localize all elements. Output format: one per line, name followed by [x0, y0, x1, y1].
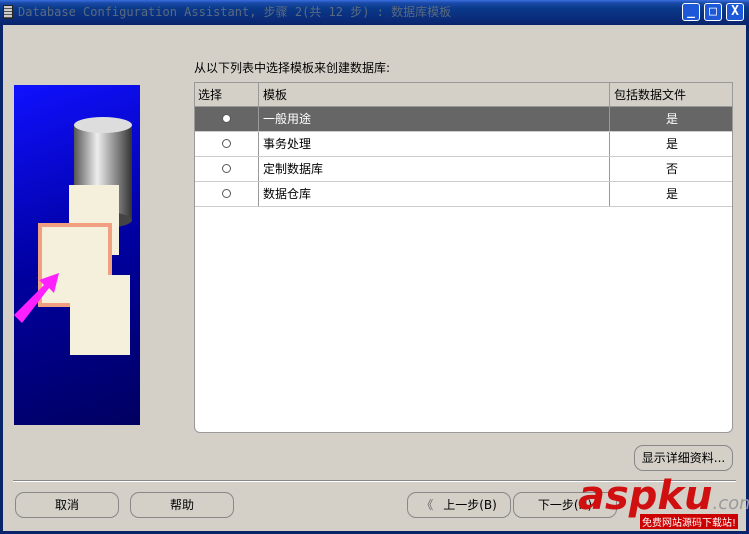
window-title: Database Configuration Assistant, 步骤 2(共…	[18, 5, 452, 19]
prompt-label: 从以下列表中选择模板来创建数据库:	[194, 61, 391, 75]
includes-datafiles: 是	[665, 187, 678, 201]
help-button[interactable]: 帮助	[130, 492, 234, 518]
template-name: 数据仓库	[259, 182, 610, 206]
back-button[interactable]: 《上一步(B)	[407, 492, 511, 518]
select-radio[interactable]	[222, 164, 231, 173]
includes-datafiles: 是	[665, 112, 678, 126]
table-row[interactable]: 定制数据库 否	[195, 157, 732, 182]
back-arrow-icon: 《	[421, 498, 434, 512]
back-label: 上一步(B)	[443, 498, 497, 512]
includes-datafiles: 是	[665, 137, 678, 151]
database-illustration	[14, 85, 140, 425]
watermark-tagline: 免费网站源码下载站!	[640, 514, 739, 529]
template-name: 定制数据库	[259, 157, 610, 181]
table-row[interactable]: 一般用途 是	[195, 107, 732, 132]
template-name: 事务处理	[259, 132, 610, 156]
template-name: 一般用途	[259, 107, 610, 131]
minimize-button[interactable]: _	[682, 3, 700, 21]
template-table: 选择 模板 包括数据文件 一般用途 是 事务处理 是 定制数据库 否 数据仓库 …	[194, 82, 733, 433]
includes-datafiles: 否	[665, 162, 678, 176]
app-icon	[3, 5, 13, 19]
header-includes-datafiles[interactable]: 包括数据文件	[610, 83, 732, 106]
title-bar: Database Configuration Assistant, 步骤 2(共…	[0, 0, 749, 25]
table-header: 选择 模板 包括数据文件	[195, 83, 732, 107]
cancel-button[interactable]: 取消	[15, 492, 119, 518]
header-template[interactable]: 模板	[259, 83, 610, 106]
maximize-button[interactable]: □	[704, 3, 722, 21]
dialog-body: 从以下列表中选择模板来创建数据库: 选择 模板 包括数据文件 一般用途 是 事务…	[3, 25, 746, 531]
close-button[interactable]: X	[726, 3, 744, 21]
select-radio[interactable]	[222, 189, 231, 198]
header-select[interactable]: 选择	[195, 83, 259, 106]
select-radio[interactable]	[222, 139, 231, 148]
table-row[interactable]: 事务处理 是	[195, 132, 732, 157]
table-row[interactable]: 数据仓库 是	[195, 182, 732, 207]
select-radio[interactable]	[222, 114, 231, 123]
show-details-button[interactable]: 显示详细资料...	[634, 445, 733, 471]
